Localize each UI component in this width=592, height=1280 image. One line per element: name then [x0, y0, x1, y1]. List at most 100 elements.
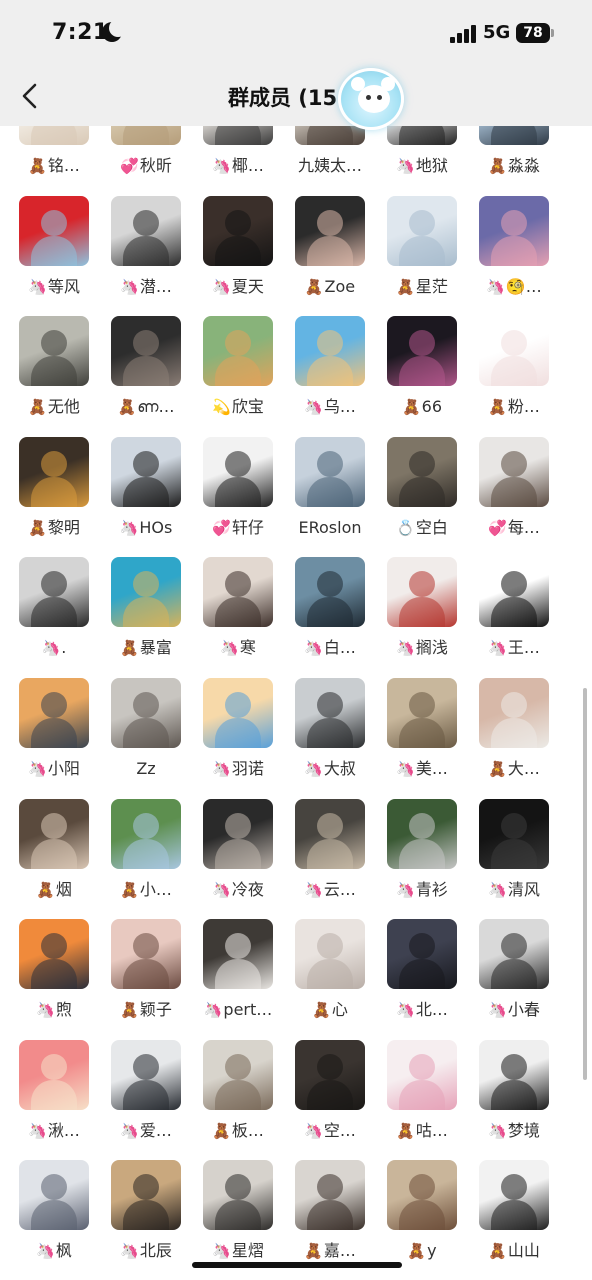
member-item[interactable]: 🦄小阳: [8, 678, 100, 783]
member-avatar[interactable]: [295, 919, 365, 990]
member-item[interactable]: 🦄空…: [284, 1039, 376, 1145]
member-item[interactable]: 🧸咕…: [376, 1039, 468, 1145]
member-avatar[interactable]: [295, 195, 365, 266]
member-item[interactable]: 🧸y: [376, 1160, 468, 1265]
member-avatar[interactable]: [295, 436, 365, 507]
member-item[interactable]: 💞秋昕: [100, 126, 192, 180]
member-item[interactable]: 🧸Zoe: [284, 195, 376, 301]
member-avatar[interactable]: [203, 1039, 273, 1110]
member-avatar[interactable]: [387, 678, 457, 748]
member-item[interactable]: 🦄潜…: [100, 195, 192, 301]
member-item[interactable]: 🧸山山: [468, 1160, 560, 1265]
member-avatar[interactable]: [479, 919, 549, 990]
member-avatar[interactable]: [387, 436, 457, 507]
member-item[interactable]: 🧸ണ…: [100, 316, 192, 421]
member-item[interactable]: 🦄HOs: [100, 436, 192, 542]
member-avatar[interactable]: [387, 557, 457, 628]
member-item[interactable]: 🦄王…: [468, 557, 560, 662]
member-avatar[interactable]: [479, 316, 549, 387]
member-item[interactable]: 🦄冷夜: [192, 798, 284, 904]
member-item[interactable]: 🦄搁浅: [376, 557, 468, 662]
member-item[interactable]: 🦄清风: [468, 798, 560, 904]
member-item[interactable]: 🦄.: [8, 557, 100, 662]
member-avatar[interactable]: [19, 1039, 89, 1110]
member-item[interactable]: 🦄地狱: [376, 126, 468, 180]
member-item[interactable]: 🧸星茫: [376, 195, 468, 301]
member-item[interactable]: 🧸板…: [192, 1039, 284, 1145]
member-item[interactable]: 🧸心: [284, 919, 376, 1024]
member-item[interactable]: 🦄乌…: [284, 316, 376, 421]
member-item[interactable]: 🧸无他: [8, 316, 100, 421]
member-avatar[interactable]: [295, 126, 365, 145]
member-avatar[interactable]: [19, 436, 89, 507]
member-avatar[interactable]: [111, 316, 181, 387]
member-avatar[interactable]: [387, 195, 457, 266]
member-item[interactable]: 🦄小春: [468, 919, 560, 1024]
member-item[interactable]: 🧸淼淼: [468, 126, 560, 180]
member-avatar[interactable]: [295, 1039, 365, 1110]
member-item[interactable]: 🦄椰…: [192, 126, 284, 180]
member-item[interactable]: 🦄羽诺: [192, 678, 284, 783]
member-avatar[interactable]: [19, 195, 89, 266]
member-item[interactable]: 🧸颖子: [100, 919, 192, 1024]
member-avatar[interactable]: [203, 678, 273, 748]
member-item[interactable]: 🦄云…: [284, 798, 376, 904]
member-avatar[interactable]: [479, 195, 549, 266]
member-avatar[interactable]: [19, 798, 89, 869]
member-avatar[interactable]: [19, 316, 89, 387]
member-item[interactable]: 九姨太…: [284, 126, 376, 180]
member-item[interactable]: 🧸嘉…: [284, 1160, 376, 1265]
member-item[interactable]: ERoslon: [284, 436, 376, 542]
member-avatar[interactable]: [111, 1160, 181, 1231]
member-avatar[interactable]: [203, 919, 273, 990]
member-avatar[interactable]: [479, 1039, 549, 1110]
scrollbar[interactable]: [583, 688, 587, 1080]
member-item[interactable]: 🦄湫…: [8, 1039, 100, 1145]
member-avatar[interactable]: [295, 678, 365, 748]
member-avatar[interactable]: [111, 919, 181, 990]
home-indicator[interactable]: [192, 1262, 402, 1268]
member-item[interactable]: 🦄🧐…: [468, 195, 560, 301]
member-item[interactable]: 🧸铭…: [8, 126, 100, 180]
member-avatar[interactable]: [203, 798, 273, 869]
member-item[interactable]: 🦄大叔: [284, 678, 376, 783]
member-avatar[interactable]: [387, 1160, 457, 1231]
member-item[interactable]: 🦄梦境: [468, 1039, 560, 1145]
member-item[interactable]: 🦄pert…: [192, 919, 284, 1024]
member-item[interactable]: 🦄北…: [376, 919, 468, 1024]
member-avatar[interactable]: [479, 798, 549, 869]
member-avatar[interactable]: [479, 678, 549, 748]
member-avatar[interactable]: [19, 126, 89, 145]
member-avatar[interactable]: [111, 1039, 181, 1110]
member-item[interactable]: 🦄煦: [8, 919, 100, 1024]
member-avatar[interactable]: [203, 557, 273, 628]
member-avatar[interactable]: [387, 919, 457, 990]
member-item[interactable]: 🦄夏天: [192, 195, 284, 301]
member-item[interactable]: 💍空白: [376, 436, 468, 542]
member-item[interactable]: 🦄美…: [376, 678, 468, 783]
member-item[interactable]: 🧸小…: [100, 798, 192, 904]
member-item[interactable]: 🧸烟: [8, 798, 100, 904]
member-avatar[interactable]: [387, 316, 457, 387]
member-item[interactable]: 🧸66: [376, 316, 468, 421]
member-avatar[interactable]: [479, 126, 549, 145]
member-avatar[interactable]: [387, 126, 457, 145]
member-avatar[interactable]: [295, 798, 365, 869]
member-avatar[interactable]: [111, 678, 181, 748]
member-item[interactable]: 🦄枫: [8, 1160, 100, 1265]
member-avatar[interactable]: [111, 436, 181, 507]
member-avatar[interactable]: [111, 126, 181, 145]
member-avatar[interactable]: [111, 195, 181, 266]
member-item[interactable]: 🦄爱…: [100, 1039, 192, 1145]
member-item[interactable]: 🧸粉…: [468, 316, 560, 421]
back-button[interactable]: [14, 76, 48, 116]
member-avatar[interactable]: [479, 436, 549, 507]
member-avatar[interactable]: [19, 557, 89, 628]
member-item[interactable]: 🦄白…: [284, 557, 376, 662]
member-item[interactable]: 🦄北辰: [100, 1160, 192, 1265]
member-item[interactable]: 🧸大…: [468, 678, 560, 783]
member-item[interactable]: 💞轩仔: [192, 436, 284, 542]
member-item[interactable]: 🧸暴富: [100, 557, 192, 662]
member-avatar[interactable]: [203, 1160, 273, 1231]
member-avatar[interactable]: [203, 195, 273, 266]
